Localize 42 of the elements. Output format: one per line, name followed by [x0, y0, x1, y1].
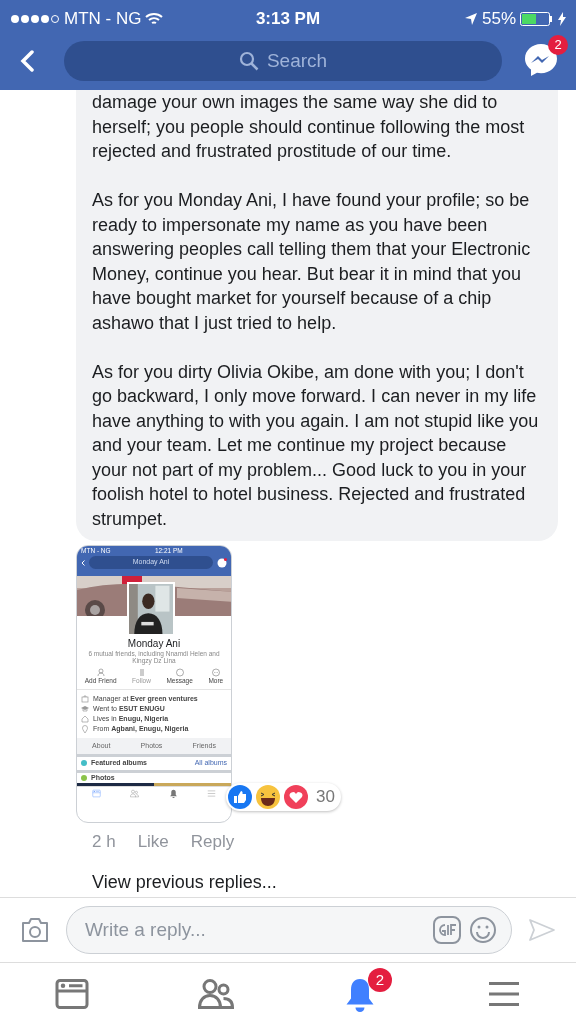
- comment-paragraph: damage your own images the same way she did to herself; you people should continue following the most rejected and frustrated prostitude of our time.: [92, 91, 526, 163]
- briefcase-icon: [81, 694, 89, 703]
- message-icon: [175, 668, 184, 678]
- like-link[interactable]: Like: [137, 832, 169, 851]
- reply-input[interactable]: Write a reply...: [83, 914, 425, 946]
- charging-icon: [558, 12, 566, 26]
- signal-icon: [10, 14, 60, 24]
- carrier-name: MTN - NG: [64, 8, 142, 31]
- comment-paragraph: As for you dirty Olivia Okibe, am done with you; I don't go backward, I only move forward. I can never in my life have anything to with you again. I am not stupid like you and your team. Let me continue my project because your not part of my problem... Good luck to you in your foolish hotel to hotel business. Rejected and frustrated strumpet.: [92, 360, 540, 531]
- search-icon: [238, 51, 259, 71]
- reply-link[interactable]: Reply: [190, 832, 235, 851]
- location-arrow-icon: [463, 12, 478, 26]
- reaction-count: 30: [316, 786, 335, 809]
- graduation-cap-icon: [81, 704, 89, 713]
- back-icon[interactable]: [81, 559, 85, 566]
- status-time: 3:13 PM: [255, 8, 321, 31]
- house-icon: [81, 714, 89, 723]
- profile-name: Monday Ani: [126, 638, 182, 650]
- wifi-icon: [145, 12, 164, 26]
- emoji-icon[interactable]: [469, 916, 497, 944]
- comment-paragraph: As for you Monday Ani, I have found your profile; so be ready to impersonate my name as you have been answering peoples call telling them that your Electronic Money, continue you hear. But bear it in mind that you have bought market for yourself because of a chip ashawo that I just tried to help.: [92, 189, 532, 335]
- comment-time: 2 h: [92, 832, 116, 851]
- album-icon: [81, 760, 87, 767]
- reactions-summary[interactable]: 30: [226, 783, 341, 811]
- camera-icon[interactable]: [20, 917, 50, 943]
- reply-field[interactable]: Write a reply...: [66, 906, 512, 954]
- location-pin-icon: [81, 724, 89, 733]
- back-icon[interactable]: [20, 50, 34, 72]
- more-icon: [211, 668, 220, 678]
- battery-icon: [520, 12, 554, 26]
- view-previous-replies-link[interactable]: View previous replies...: [92, 871, 277, 892]
- notification-badge: 2: [368, 967, 392, 992]
- gif-icon[interactable]: [433, 916, 461, 944]
- search-field[interactable]: Search: [64, 41, 502, 81]
- love-reaction-icon: [284, 785, 308, 809]
- like-reaction-icon: [228, 785, 252, 809]
- add-icon: [96, 668, 105, 678]
- photos-icon: [81, 774, 87, 781]
- laughing-reaction-icon: [256, 785, 280, 809]
- battery-percent: 55%: [481, 8, 516, 31]
- notifications-icon[interactable]: [168, 788, 178, 798]
- notification-badge: 2: [548, 35, 568, 55]
